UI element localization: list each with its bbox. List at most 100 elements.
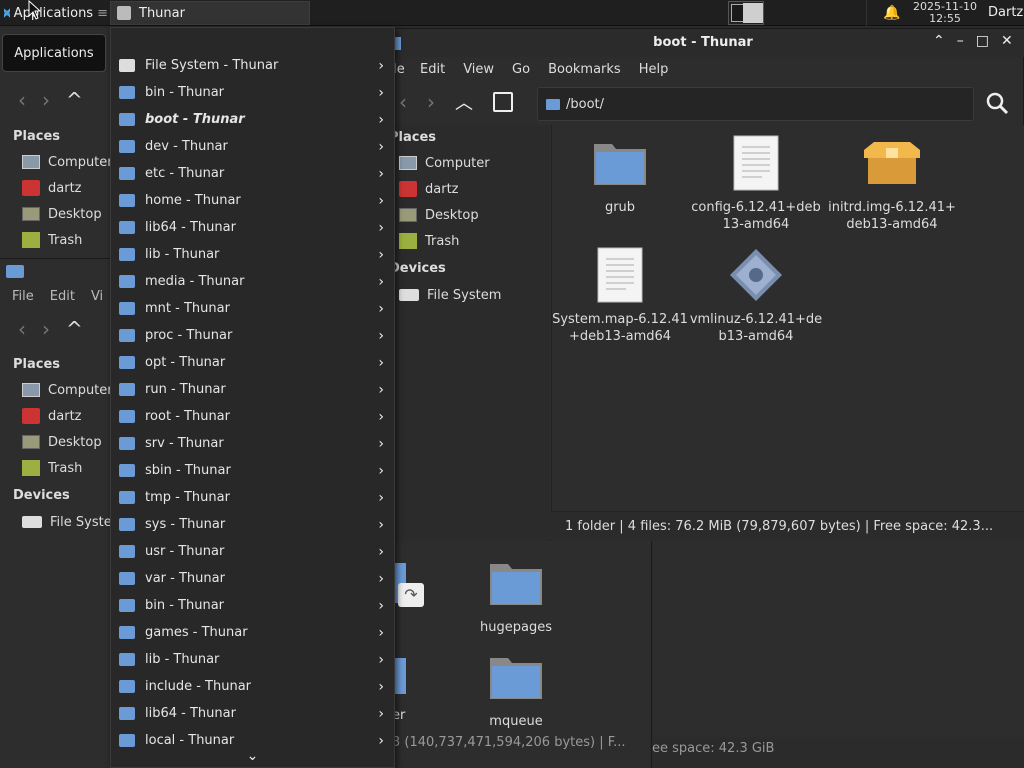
- forward-icon[interactable]: ›: [42, 88, 50, 112]
- menu-item-label: media - Thunar: [145, 274, 245, 289]
- sidebar-item-trash[interactable]: Trash: [399, 228, 490, 254]
- sidebar-item-computer[interactable]: Computer: [22, 377, 113, 403]
- nav-buttons: ‹ › ^: [18, 88, 83, 112]
- menu-item[interactable]: sys - Thunar ›: [111, 511, 394, 538]
- menu-item-label: lib - Thunar: [145, 652, 220, 667]
- chevron-right-icon: ›: [378, 652, 384, 668]
- file-item[interactable]: hugepages: [448, 553, 584, 636]
- menu-item[interactable]: media - Thunar ›: [111, 268, 394, 295]
- menu-item-label: lib64 - Thunar: [145, 706, 236, 721]
- menu-item[interactable]: include - Thunar ›: [111, 673, 394, 700]
- menu-item[interactable]: lib - Thunar ›: [111, 241, 394, 268]
- sidebar-item-filesystem[interactable]: File System: [399, 282, 501, 308]
- file-label: mqueue: [489, 714, 543, 729]
- home-icon[interactable]: [493, 92, 513, 112]
- places-list: Computer dartz Desktop Trash: [22, 149, 113, 253]
- up-icon[interactable]: ^: [66, 88, 83, 112]
- menu-item[interactable]: File System - Thunar ›: [111, 52, 394, 79]
- desktop-icon: [22, 435, 40, 449]
- menu-item[interactable]: home - Thunar ›: [111, 187, 394, 214]
- sidebar-item-desktop[interactable]: Desktop: [22, 201, 113, 227]
- folder-icon: [119, 356, 135, 369]
- menu-item[interactable]: boot - Thunar ›: [111, 106, 394, 133]
- file-label: config-6.12.41+deb13-amd64: [691, 200, 821, 232]
- back-icon[interactable]: ‹: [18, 317, 26, 341]
- menu-item[interactable]: usr - Thunar ›: [111, 538, 394, 565]
- file-item[interactable]: vmlinuz-6.12.41+deb13-amd64: [688, 245, 824, 345]
- file-item[interactable]: System.map-6.12.41+deb13-amd64: [552, 245, 688, 345]
- sidebar-item-home[interactable]: dartz: [399, 176, 490, 202]
- menu-item[interactable]: mnt - Thunar ›: [111, 295, 394, 322]
- menu-go[interactable]: Go: [503, 62, 539, 77]
- location-text: /boot/: [566, 96, 605, 112]
- menu-bookmarks[interactable]: Bookmarks: [539, 62, 630, 77]
- file-item[interactable]: config-6.12.41+deb13-amd64: [688, 133, 824, 233]
- menu-file[interactable]: File: [12, 289, 34, 304]
- minimize-icon[interactable]: –: [957, 33, 964, 49]
- chevron-right-icon: ›: [378, 247, 384, 263]
- chevron-right-icon: ›: [378, 220, 384, 236]
- search-icon[interactable]: [985, 91, 1009, 115]
- menu-item[interactable]: proc - Thunar ›: [111, 322, 394, 349]
- file-item[interactable]: mqueue: [448, 647, 584, 730]
- menu-view[interactable]: View: [454, 62, 503, 77]
- menu-item[interactable]: bin - Thunar ›: [111, 592, 394, 619]
- file-item[interactable]: initrd.img-6.12.41+deb13-amd64: [824, 133, 960, 233]
- scroll-down-icon[interactable]: ⌄: [111, 744, 394, 767]
- applications-menu-button[interactable]: Applications ≡: [0, 0, 108, 26]
- menu-edit[interactable]: Edit: [411, 62, 454, 77]
- back-icon[interactable]: ‹: [399, 90, 407, 114]
- forward-icon[interactable]: ›: [427, 90, 435, 114]
- up-icon[interactable]: ︿: [455, 89, 473, 115]
- menu-item[interactable]: lib64 - Thunar ›: [111, 700, 394, 727]
- trash-icon: [22, 232, 40, 248]
- menu-item[interactable]: sbin - Thunar ›: [111, 457, 394, 484]
- menu-item[interactable]: etc - Thunar ›: [111, 160, 394, 187]
- close-icon[interactable]: ✕: [1001, 33, 1013, 49]
- menu-item[interactable]: lib - Thunar ›: [111, 646, 394, 673]
- sidebar-item-trash[interactable]: Trash: [22, 455, 113, 481]
- menu-item[interactable]: bin - Thunar ›: [111, 79, 394, 106]
- shade-icon[interactable]: ⌃: [933, 33, 945, 49]
- user-menu[interactable]: Dartz: [988, 5, 1023, 20]
- notification-bell-icon[interactable]: 🔔: [883, 5, 900, 21]
- back-icon[interactable]: ‹: [18, 88, 26, 112]
- menu-item[interactable]: opt - Thunar ›: [111, 349, 394, 376]
- menu-item[interactable]: games - Thunar ›: [111, 619, 394, 646]
- sidebar-item-computer[interactable]: Computer: [399, 150, 490, 176]
- menu-item[interactable]: var - Thunar ›: [111, 565, 394, 592]
- menu-item[interactable]: lib64 - Thunar ›: [111, 214, 394, 241]
- xfce-logo-icon: [4, 6, 10, 20]
- menu-item[interactable]: dev - Thunar ›: [111, 133, 394, 160]
- menu-item[interactable]: srv - Thunar ›: [111, 430, 394, 457]
- forward-icon[interactable]: ›: [42, 317, 50, 341]
- menu-item-label: include - Thunar: [145, 679, 252, 694]
- location-bar[interactable]: /boot/: [537, 87, 974, 121]
- sidebar-item-computer[interactable]: Computer: [22, 149, 113, 175]
- chevron-right-icon: ›: [378, 463, 384, 479]
- text-file-icon: [726, 133, 786, 193]
- menu-item[interactable]: tmp - Thunar ›: [111, 484, 394, 511]
- folder-icon: [119, 545, 135, 558]
- maximize-icon[interactable]: □: [976, 33, 989, 49]
- sidebar-item-desktop[interactable]: Desktop: [399, 202, 490, 228]
- sidebar-item-trash[interactable]: Trash: [22, 227, 113, 253]
- sidebar-item-desktop[interactable]: Desktop: [22, 429, 113, 455]
- clock[interactable]: 2025-11-10 12:55: [905, 1, 985, 25]
- text-file-icon: [590, 245, 650, 305]
- taskbar-button-thunar[interactable]: Thunar: [110, 1, 310, 25]
- sidebar-item-home[interactable]: dartz: [22, 403, 113, 429]
- menu-item[interactable]: run - Thunar ›: [111, 376, 394, 403]
- sidebar-item-label: Trash: [48, 232, 83, 248]
- up-icon[interactable]: ^: [66, 317, 83, 341]
- menu-view[interactable]: Vi: [91, 289, 103, 304]
- chevron-right-icon: ›: [378, 706, 384, 722]
- menu-help[interactable]: Help: [630, 62, 678, 77]
- file-item[interactable]: grub: [552, 133, 688, 216]
- folder-icon: [486, 553, 546, 613]
- sidebar-item-home[interactable]: dartz: [22, 175, 113, 201]
- menu-item[interactable]: root - Thunar ›: [111, 403, 394, 430]
- workspace-switcher[interactable]: [728, 1, 764, 25]
- file-label: hugepages: [480, 620, 552, 635]
- menu-edit[interactable]: Edit: [50, 289, 75, 304]
